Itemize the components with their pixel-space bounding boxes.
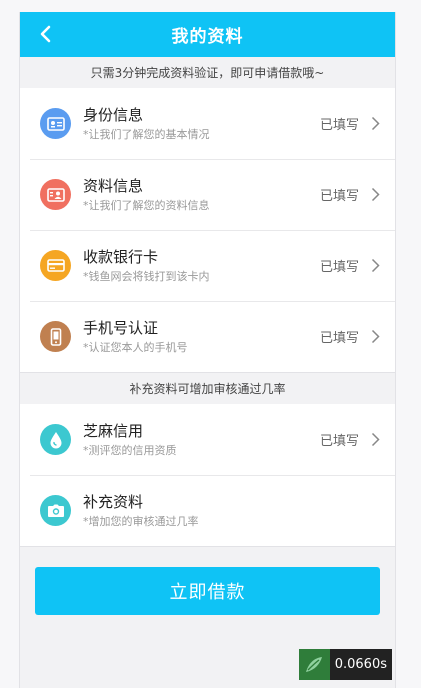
item-subtitle: *认证您本人的手机号 xyxy=(83,340,188,354)
item-subtitle: *钱鱼网会将钱打到该卡内 xyxy=(83,269,210,283)
sesame-drop-icon xyxy=(40,424,71,455)
status-label: 已填写 xyxy=(319,260,359,275)
verify-tip: 只需3分钟完成资料验证，即可申请借款哦~ xyxy=(20,57,395,88)
profile-card-icon xyxy=(40,179,71,210)
chevron-right-icon xyxy=(371,329,381,345)
bank-card-icon xyxy=(40,250,71,281)
borrow-now-button[interactable]: 立即借款 xyxy=(35,567,380,615)
required-list: 身份信息 *让我们了解您的基本情况 已填写 资料信息 *让我们了解您的资料信息 … xyxy=(20,88,395,373)
list-item-bank-card[interactable]: 收款银行卡 *钱鱼网会将钱打到该卡内 已填写 xyxy=(20,230,395,301)
item-subtitle: *增加您的审核通过几率 xyxy=(83,514,199,528)
list-item-profile[interactable]: 资料信息 *让我们了解您的资料信息 已填写 xyxy=(20,159,395,230)
back-button[interactable] xyxy=(34,23,56,45)
chevron-right-icon xyxy=(371,258,381,274)
status-label: 已填写 xyxy=(319,331,359,346)
item-subtitle: *让我们了解您的基本情况 xyxy=(83,127,210,141)
nav-bar: 我的资料 xyxy=(20,12,395,57)
timer-value: 0.0660s xyxy=(334,657,387,672)
item-subtitle: *测评您的信用资质 xyxy=(83,443,177,457)
status-label: 已填写 xyxy=(319,434,359,449)
timer-badge: 0.0660s xyxy=(298,649,392,680)
phone-icon xyxy=(40,321,71,352)
chevron-right-icon xyxy=(371,116,381,132)
list-item-supplement[interactable]: 补充资料 *增加您的审核通过几率 xyxy=(20,475,395,546)
status-label: 已填写 xyxy=(319,189,359,204)
item-subtitle: *让我们了解您的资料信息 xyxy=(83,198,210,212)
chevron-right-icon xyxy=(371,432,381,448)
item-title: 补充资料 xyxy=(83,492,144,511)
leaf-logo-icon xyxy=(298,649,330,680)
optional-list: 芝麻信用 *测评您的信用资质 已填写 补充资料 *增加您的审核通过几率 xyxy=(20,404,395,547)
id-card-icon xyxy=(40,108,71,139)
item-title: 资料信息 xyxy=(83,176,144,195)
app-screen: 我的资料 只需3分钟完成资料验证，即可申请借款哦~ 身份信息 *让我们了解您的基… xyxy=(19,12,396,688)
list-item-phone[interactable]: 手机号认证 *认证您本人的手机号 已填写 xyxy=(20,301,395,372)
item-title: 身份信息 xyxy=(83,105,144,124)
button-area: 立即借款 xyxy=(20,547,395,637)
list-item-sesame-credit[interactable]: 芝麻信用 *测评您的信用资质 已填写 xyxy=(20,404,395,475)
supplement-tip: 补充资料可增加审核通过几率 xyxy=(20,373,395,404)
chevron-left-icon xyxy=(40,25,51,43)
status-label: 已填写 xyxy=(319,118,359,133)
camera-icon xyxy=(40,495,71,526)
chevron-right-icon xyxy=(371,187,381,203)
item-title: 收款银行卡 xyxy=(83,247,159,266)
page-title: 我的资料 xyxy=(171,27,244,47)
item-title: 芝麻信用 xyxy=(83,421,144,440)
item-title: 手机号认证 xyxy=(83,318,159,337)
list-item-identity[interactable]: 身份信息 *让我们了解您的基本情况 已填写 xyxy=(20,88,395,159)
